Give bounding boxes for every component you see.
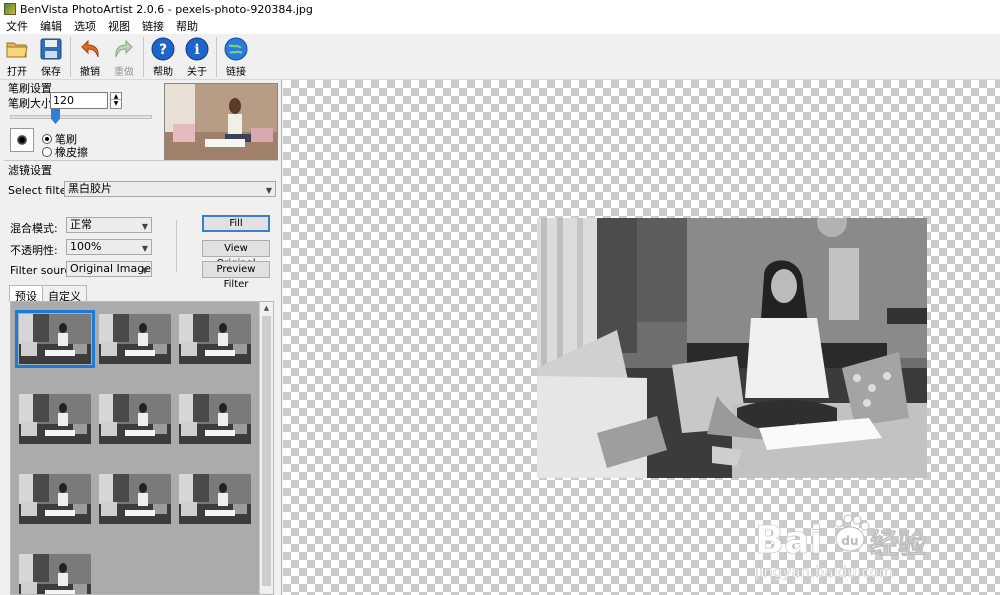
preset-thumbnail[interactable] xyxy=(15,310,95,368)
brush-size-slider-handle[interactable] xyxy=(51,109,60,124)
chevron-down-icon: ▼ xyxy=(141,222,148,231)
chevron-down-icon: ▼ xyxy=(141,266,148,275)
preset-thumbnail[interactable] xyxy=(99,474,171,524)
fill-button[interactable]: Fill xyxy=(202,215,270,232)
link-label: 链接 xyxy=(226,67,246,78)
opacity-value: 100% xyxy=(70,240,102,253)
toolbar: 打开 保存 撤销 重做 ? 帮助 i 关于 链接 xyxy=(0,34,1000,80)
chevron-down-icon: ▼ xyxy=(141,244,148,253)
save-label: 保存 xyxy=(41,67,61,78)
menu-help[interactable]: 帮助 xyxy=(170,18,204,34)
help-label: 帮助 xyxy=(153,67,173,78)
redo-button[interactable]: 重做 xyxy=(107,34,141,80)
redo-label: 重做 xyxy=(114,67,134,78)
filter-source-value: Original Image xyxy=(70,262,151,275)
main-photo[interactable] xyxy=(537,218,927,478)
open-label: 打开 xyxy=(7,67,27,78)
redo-icon xyxy=(115,39,133,58)
filter-select-value: 黑白胶片 xyxy=(68,182,112,195)
svg-text:du: du xyxy=(841,534,858,548)
menu-edit[interactable]: 编辑 xyxy=(34,18,68,34)
tab-preset[interactable]: 预设 xyxy=(9,285,43,303)
spin-up-icon[interactable]: ▲ xyxy=(111,93,121,100)
eraser-mode-label: 橡皮擦 xyxy=(55,146,88,159)
toolbar-separator xyxy=(216,37,217,77)
watermark-brand-cn: 经验 xyxy=(870,527,926,560)
floppy-disk-icon xyxy=(40,38,62,60)
folder-open-icon xyxy=(6,42,28,58)
info-icon: i xyxy=(185,37,209,61)
scroll-up-icon[interactable]: ▲ xyxy=(260,302,273,314)
eraser-mode-radio[interactable]: 橡皮擦 xyxy=(42,144,88,160)
watermark-brand: Bai xyxy=(755,518,823,562)
preset-scrollbar[interactable]: ▲ xyxy=(259,302,273,594)
preset-thumbnail[interactable] xyxy=(179,394,251,444)
preset-thumbnail[interactable] xyxy=(19,394,91,444)
brush-preview xyxy=(10,128,34,152)
menu-options[interactable]: 选项 xyxy=(68,18,102,34)
baidu-watermark-logo: Bai du 经验 jingyan.baidu.com xyxy=(755,514,926,581)
menu-bar: 文件 编辑 选项 视图 链接 帮助 xyxy=(0,18,1000,34)
toolbar-separator xyxy=(70,37,71,77)
watermark-url: jingyan.baidu.com xyxy=(755,563,893,581)
navigator-photo xyxy=(165,84,277,160)
radio-unselected-icon[interactable] xyxy=(42,147,52,157)
svg-text:i: i xyxy=(194,42,199,58)
brush-size-slider[interactable] xyxy=(10,115,152,119)
brush-size-label: 笔刷大小: xyxy=(8,97,56,110)
preset-thumbnail[interactable] xyxy=(19,474,91,524)
globe-icon xyxy=(224,37,248,61)
scrollbar-thumb[interactable] xyxy=(262,316,271,586)
section-divider xyxy=(4,160,278,161)
preset-thumbnail[interactable] xyxy=(179,314,251,364)
preset-thumbnail[interactable] xyxy=(99,314,171,364)
title-bar: BenVista PhotoArtist 2.0.6 - pexels-phot… xyxy=(0,0,1000,18)
brush-size-input[interactable] xyxy=(50,92,108,109)
tab-custom[interactable]: 自定义 xyxy=(42,285,87,303)
help-button[interactable]: ? 帮助 xyxy=(146,34,180,80)
preset-gallery: ▲ xyxy=(10,301,274,595)
image-canvas[interactable]: Bai du 经验 jingyan.baidu.com xyxy=(283,80,1000,595)
preset-thumbnail[interactable] xyxy=(19,554,91,594)
view-original-button[interactable]: View Original xyxy=(202,240,270,269)
brush-dot-icon xyxy=(17,135,27,145)
blend-mode-label: 混合模式: xyxy=(10,222,58,235)
radio-selected-icon[interactable] xyxy=(42,134,52,144)
left-panel: 笔刷设置 笔刷大小: ▲▼ 笔刷 橡皮擦 滤镜设置 Select filter:… xyxy=(0,80,282,595)
filter-select[interactable]: 黑白胶片 ▼ xyxy=(64,181,276,197)
undo-label: 撤销 xyxy=(80,67,100,78)
filter-source-select[interactable]: Original Image ▼ xyxy=(66,261,152,277)
undo-icon xyxy=(81,39,99,58)
paw-icon: du xyxy=(834,514,870,552)
window-title: BenVista PhotoArtist 2.0.6 - pexels-phot… xyxy=(20,2,313,16)
open-button[interactable]: 打开 xyxy=(0,34,34,80)
preset-thumbnail[interactable] xyxy=(179,474,251,524)
save-button[interactable]: 保存 xyxy=(34,34,68,80)
about-label: 关于 xyxy=(187,67,207,78)
menu-file[interactable]: 文件 xyxy=(0,18,34,34)
brush-size-spinner[interactable]: ▲ ▼ xyxy=(110,92,122,109)
navigator-thumbnail[interactable] xyxy=(164,83,278,161)
preset-thumbnail[interactable] xyxy=(99,394,171,444)
opacity-label: 不透明性: xyxy=(10,244,58,257)
svg-text:?: ? xyxy=(159,42,167,58)
menu-link[interactable]: 链接 xyxy=(136,18,170,34)
blend-mode-select[interactable]: 正常 ▼ xyxy=(66,217,152,233)
menu-view[interactable]: 视图 xyxy=(102,18,136,34)
help-icon: ? xyxy=(151,37,175,61)
brush-group-title: 笔刷设置 xyxy=(8,82,52,95)
about-button[interactable]: i 关于 xyxy=(180,34,214,80)
vertical-divider xyxy=(176,220,177,272)
toolbar-separator xyxy=(143,37,144,77)
opacity-select[interactable]: 100% ▼ xyxy=(66,239,152,255)
blend-mode-value: 正常 xyxy=(70,218,92,231)
preview-filter-button[interactable]: Preview Filter xyxy=(202,261,270,290)
app-icon xyxy=(4,3,16,15)
preset-grid xyxy=(11,302,261,594)
undo-button[interactable]: 撤销 xyxy=(73,34,107,80)
filter-group-title: 滤镜设置 xyxy=(8,164,52,177)
spin-down-icon[interactable]: ▼ xyxy=(111,100,121,107)
link-button[interactable]: 链接 xyxy=(219,34,253,80)
chevron-down-icon: ▼ xyxy=(265,186,272,195)
